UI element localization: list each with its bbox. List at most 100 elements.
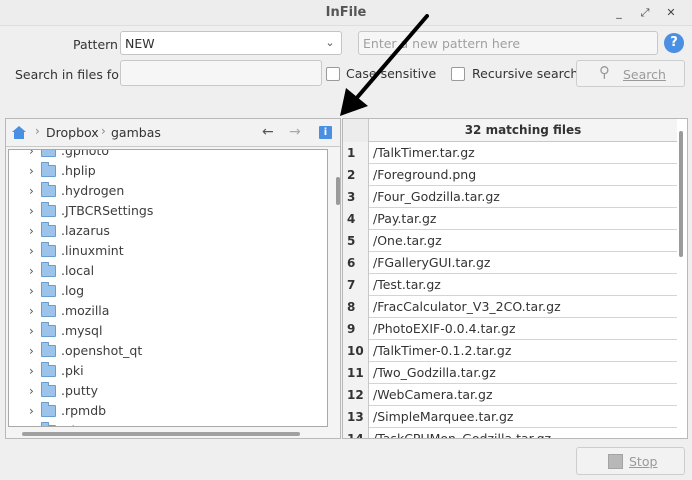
row-number: 14 [343,428,369,438]
table-row[interactable]: 1/TalkTimer.tar.gz [343,142,677,164]
folder-tree-item[interactable]: › .local [9,261,327,281]
table-row[interactable]: 7/Test.tar.gz [343,274,677,296]
folder-tree-item[interactable]: › .log [9,281,327,301]
folder-icon [41,222,56,237]
table-row[interactable]: 12/WebCamera.tar.gz [343,384,677,406]
expand-chevron-icon[interactable]: › [29,181,34,201]
info-icon[interactable]: i [319,126,332,139]
table-row[interactable]: 13/SimpleMarquee.tar.gz [343,406,677,428]
folder-tree-item[interactable]: › .openshot_qt [9,341,327,361]
table-row[interactable]: 5/One.tar.gz [343,230,677,252]
expand-chevron-icon[interactable]: › [29,150,34,161]
file-path[interactable]: /SimpleMarquee.tar.gz [373,406,514,428]
folder-icon [41,150,56,157]
stop-button[interactable]: Stop [576,447,685,475]
folder-name: .JTBCRSettings [61,203,154,218]
table-row[interactable]: 10/TalkTimer-0.1.2.tar.gz [343,340,677,362]
search-in-files-label: Search in files for [15,67,124,82]
folder-tree-horizontal-scrollbar[interactable] [22,432,300,436]
table-row[interactable]: 3/Four_Godzilla.tar.gz [343,186,677,208]
forward-arrow-icon[interactable]: → [289,124,301,140]
folder-icon [41,402,56,417]
folder-icon [41,162,56,177]
folder-tree-item[interactable]: › .JTBCRSettings [9,201,327,221]
file-path[interactable]: /TalkTimer-0.1.2.tar.gz [373,340,511,362]
folder-tree-item[interactable]: › .linuxmint [9,241,327,261]
expand-chevron-icon[interactable]: › [29,241,34,261]
search-text-input[interactable] [121,61,321,85]
search-button-label: Search [623,67,666,82]
back-arrow-icon[interactable]: ← [262,124,274,140]
expand-chevron-icon[interactable]: › [29,361,34,381]
annotation-arrow-icon [340,14,429,116]
expand-chevron-icon[interactable]: › [29,421,34,426]
folder-name: .putty [61,383,99,398]
folder-tree-item[interactable]: › .gphoto [9,150,327,161]
file-path[interactable]: /PhotoEXIF-0.0.4.tar.gz [373,318,516,340]
folder-name: .hplip [61,163,96,178]
file-path[interactable]: /Foreground.png [373,164,476,186]
help-button[interactable]: ? [664,33,684,53]
expand-chevron-icon[interactable]: › [29,201,34,221]
file-path[interactable]: /Pay.tar.gz [373,208,436,230]
results-vertical-scrollbar[interactable] [679,131,683,257]
folder-tree-item[interactable]: › .hydrogen [9,181,327,201]
expand-chevron-icon[interactable]: › [29,221,34,241]
file-path[interactable]: /Four_Godzilla.tar.gz [373,186,500,208]
table-row[interactable]: 6/FGalleryGUI.tar.gz [343,252,677,274]
home-icon-body [14,132,24,139]
breadcrumb-separator-icon: › [35,124,40,138]
results-table: 1/TalkTimer.tar.gz 2/Foreground.png 3/Four… [343,142,677,438]
row-number: 11 [343,362,369,384]
file-path[interactable]: /TalkTimer.tar.gz [373,142,475,164]
folder-tree-item[interactable]: › .pki [9,361,327,381]
expand-chevron-icon[interactable]: › [29,381,34,401]
pattern-combo[interactable]: NEW ⌄ [120,31,342,55]
breadcrumb-item-dropbox[interactable]: Dropbox [46,125,99,140]
table-row[interactable]: 9/PhotoEXIF-0.0.4.tar.gz [343,318,677,340]
folder-tree-item[interactable]: › .putty [9,381,327,401]
search-text-field[interactable] [120,60,322,86]
folder-tree-item[interactable]: › .mozilla [9,301,327,321]
file-path[interactable]: /One.tar.gz [373,230,442,252]
row-number: 7 [343,274,369,296]
folder-tree-vertical-scrollbar[interactable] [336,177,340,205]
file-path[interactable]: /FracCalculator_V3_2CO.tar.gz [373,296,561,318]
file-path[interactable]: /Two_Godzilla.tar.gz [373,362,496,384]
folder-tree-item[interactable]: › .hplip [9,161,327,181]
search-button[interactable]: ⚲ Search [576,60,685,87]
breadcrumb-separator-icon: › [101,124,106,138]
breadcrumb-item-gambas[interactable]: gambas [111,125,161,140]
folder-tree[interactable]: › .gphoto › .hplip › .hydrogen › .JTBCRSettings… [8,149,328,427]
folder-name: .openshot_qt [61,343,143,358]
expand-chevron-icon[interactable]: › [29,301,34,321]
table-row[interactable]: 14/TaskCPUMon_Godzilla.tar.gz [343,428,677,438]
close-icon[interactable]: ✕ [662,4,680,22]
expand-chevron-icon[interactable]: › [29,401,34,421]
file-path[interactable]: /FGalleryGUI.tar.gz [373,252,490,274]
restore-icon[interactable]: ⤢ [636,4,654,22]
folder-tree-item[interactable]: › .shutter [9,421,327,426]
expand-chevron-icon[interactable]: › [29,321,34,341]
folder-tree-item[interactable]: › .lazarus [9,221,327,241]
file-path[interactable]: /Test.tar.gz [373,274,441,296]
table-row[interactable]: 8/FracCalculator_V3_2CO.tar.gz [343,296,677,318]
expand-chevron-icon[interactable]: › [29,281,34,301]
folder-icon [41,182,56,197]
minimize-icon[interactable]: _ [610,4,628,22]
folder-tree-item[interactable]: › .rpmdb [9,401,327,421]
table-row[interactable]: 2/Foreground.png [343,164,677,186]
folder-icon [41,422,56,426]
file-path[interactable]: /WebCamera.tar.gz [373,384,493,406]
file-path[interactable]: /TaskCPUMon_Godzilla.tar.gz [373,428,551,438]
recursive-search-checkbox[interactable] [451,67,465,81]
folder-tree-item[interactable]: › .mysql [9,321,327,341]
results-pane: 32 matching files 1/TalkTimer.tar.gz 2/Fo… [342,118,688,439]
expand-chevron-icon[interactable]: › [29,341,34,361]
row-number: 2 [343,164,369,186]
expand-chevron-icon[interactable]: › [29,261,34,281]
table-row[interactable]: 4/Pay.tar.gz [343,208,677,230]
table-row[interactable]: 11/Two_Godzilla.tar.gz [343,362,677,384]
expand-chevron-icon[interactable]: › [29,161,34,181]
row-number: 10 [343,340,369,362]
